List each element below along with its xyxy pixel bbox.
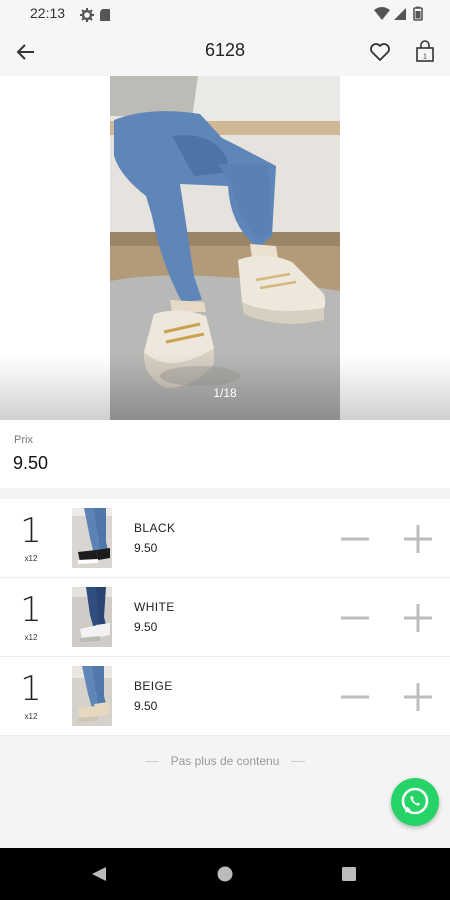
quantity-multiplier: x12 bbox=[24, 633, 38, 642]
quantity-value: 1 bbox=[20, 669, 42, 709]
increase-quantity-button[interactable] bbox=[402, 523, 434, 555]
nav-home-icon[interactable] bbox=[217, 866, 233, 882]
shopping-bag-icon: 1 bbox=[416, 40, 434, 62]
plus-icon bbox=[404, 683, 432, 711]
increase-quantity-button[interactable] bbox=[402, 681, 434, 713]
variant-name: WHITE bbox=[134, 600, 175, 614]
variant-thumbnail[interactable] bbox=[72, 508, 112, 568]
plus-icon bbox=[404, 525, 432, 553]
cart-button[interactable]: 1 bbox=[413, 40, 437, 64]
decrease-quantity-button[interactable] bbox=[339, 681, 371, 713]
heart-icon bbox=[370, 43, 390, 61]
minus-icon bbox=[341, 616, 369, 620]
end-of-content-text: Pas plus de contenu bbox=[170, 754, 280, 768]
variant-row-black: 1 x12 BLACK 9.50 bbox=[0, 499, 450, 578]
quantity-multiplier: x12 bbox=[24, 554, 38, 563]
whatsapp-icon bbox=[401, 787, 429, 815]
decrease-quantity-button[interactable] bbox=[339, 602, 371, 634]
price-section: Prix 9.50 bbox=[0, 420, 450, 488]
app-bar: 6128 1 bbox=[0, 28, 450, 76]
quantity-multiplier: x12 bbox=[24, 712, 38, 721]
divider bbox=[291, 761, 306, 763]
gallery-counter: 1/18 bbox=[213, 386, 237, 400]
minus-icon bbox=[341, 695, 369, 699]
variant-price: 9.50 bbox=[134, 541, 158, 555]
quantity-value: 1 bbox=[20, 511, 42, 551]
variant-row-beige: 1 x12 BEIGE 9.50 bbox=[0, 657, 450, 736]
wifi-icon bbox=[374, 7, 390, 20]
variant-price: 9.50 bbox=[134, 620, 158, 634]
status-time: 22:13 bbox=[30, 5, 66, 21]
price-label: Prix bbox=[14, 434, 33, 446]
nav-back-icon[interactable] bbox=[92, 867, 106, 881]
increase-quantity-button[interactable] bbox=[402, 602, 434, 634]
signal-icon bbox=[394, 8, 406, 20]
status-bar: 22:13 bbox=[0, 0, 450, 28]
status-icons-left bbox=[80, 7, 112, 26]
divider bbox=[144, 761, 159, 763]
price-value: 9.50 bbox=[13, 453, 49, 473]
variant-thumbnail[interactable] bbox=[72, 587, 112, 647]
nav-recents-icon[interactable] bbox=[342, 867, 356, 881]
variant-price: 9.50 bbox=[134, 699, 158, 713]
variant-name: BLACK bbox=[134, 521, 176, 535]
variant-row-white: 1 x12 WHITE 9.50 bbox=[0, 578, 450, 657]
sd-card-icon bbox=[100, 9, 110, 21]
product-gallery[interactable]: 1/18 bbox=[0, 76, 450, 420]
whatsapp-button[interactable] bbox=[391, 778, 439, 826]
favorite-button[interactable] bbox=[368, 40, 392, 64]
plus-icon bbox=[404, 604, 432, 632]
minus-icon bbox=[341, 537, 369, 541]
settings-icon bbox=[80, 8, 94, 22]
svg-text:1: 1 bbox=[423, 54, 427, 61]
quantity-value: 1 bbox=[20, 590, 42, 630]
system-nav-bar bbox=[0, 848, 450, 900]
decrease-quantity-button[interactable] bbox=[339, 523, 371, 555]
variant-list: 1 x12 BLACK 9.50 1 x12 WHITE 9.50 1 x12 … bbox=[0, 499, 450, 736]
variant-thumbnail[interactable] bbox=[72, 666, 112, 726]
battery-icon bbox=[413, 6, 423, 21]
variant-name: BEIGE bbox=[134, 679, 173, 693]
end-of-content-note: Pas plus de contenu bbox=[0, 754, 450, 768]
variant-shoe bbox=[96, 548, 110, 560]
status-icons-right bbox=[374, 6, 424, 26]
product-photo[interactable] bbox=[110, 76, 340, 420]
